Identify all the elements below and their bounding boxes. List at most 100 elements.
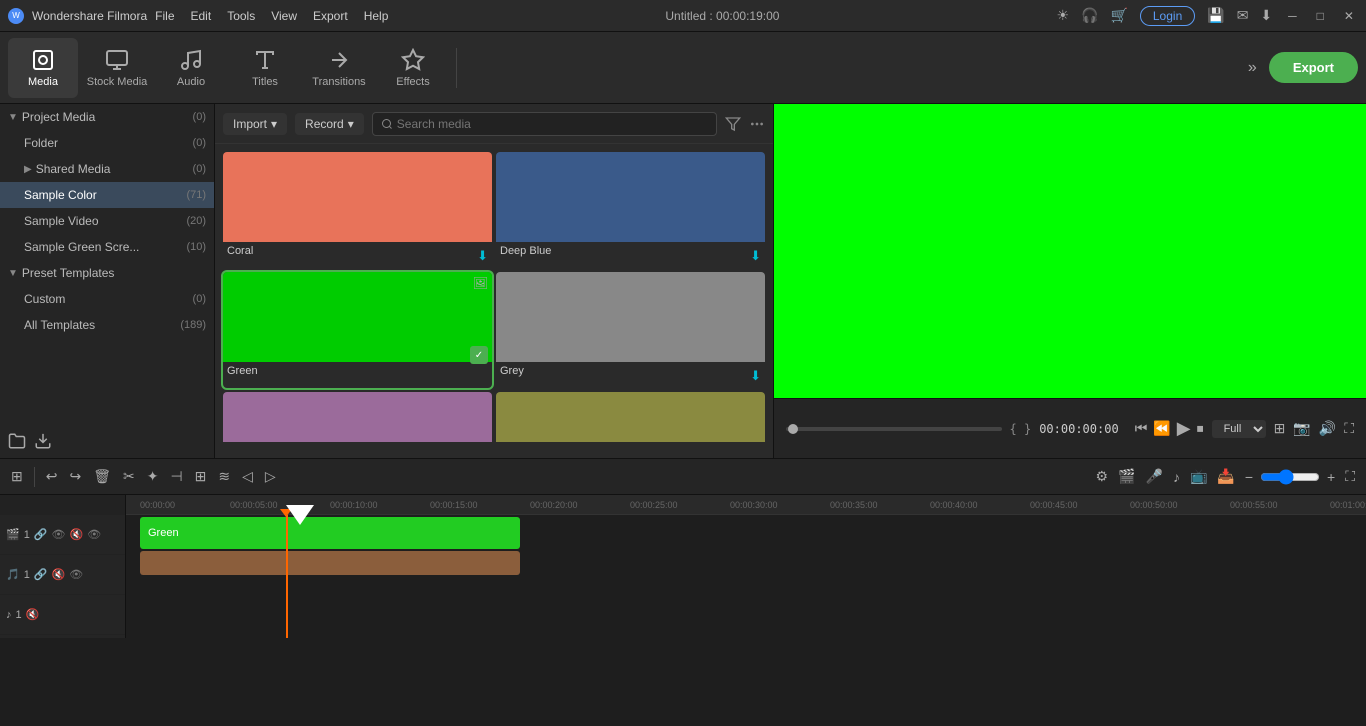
coral-label: Coral xyxy=(223,242,492,260)
tl-right-controls: ⚙ 🎬 🎤 ♪ 📺 📥 − + ⛶ xyxy=(1093,465,1359,488)
video-clip-green[interactable]: Green xyxy=(140,517,520,549)
prev-frame-button[interactable]: ⏮ xyxy=(1135,420,1148,437)
video-track-mute[interactable]: 👁 xyxy=(52,528,66,541)
maximize-button[interactable]: □ xyxy=(1313,9,1328,23)
tl-mic-button[interactable]: 🎤 xyxy=(1143,465,1166,488)
project-media-header[interactable]: ▼ Project Media (0) xyxy=(0,104,214,130)
tl-zoom-in-button[interactable]: + xyxy=(1324,466,1338,488)
record-button[interactable]: Record ▾ xyxy=(295,113,364,135)
import-label: Import xyxy=(233,117,267,131)
grey-download-icon: ⬇ xyxy=(750,368,761,384)
minimize-button[interactable]: ─ xyxy=(1284,9,1301,23)
tl-undo-button[interactable]: ↩ xyxy=(43,465,61,488)
media-item-purple[interactable] xyxy=(223,392,492,450)
expand-toolbar-button[interactable]: » xyxy=(1248,59,1257,77)
sample-green-item[interactable]: Sample Green Scre... (10) xyxy=(0,234,214,260)
custom-item[interactable]: Custom (0) xyxy=(0,286,214,312)
tl-split-button[interactable]: ⊣ xyxy=(167,465,185,488)
zoom-select[interactable]: Full xyxy=(1212,420,1266,438)
tl-cut-button[interactable]: ✂ xyxy=(120,465,138,488)
mail-icon[interactable]: ✉ xyxy=(1237,7,1249,24)
volume-button[interactable]: 🔊 xyxy=(1319,420,1336,437)
menu-view[interactable]: View xyxy=(271,9,297,23)
media-item-coral[interactable]: ⬇ Coral xyxy=(223,152,492,268)
preset-templates-header[interactable]: ▼ Preset Templates xyxy=(0,260,214,286)
fullscreen-button[interactable]: ⛶ xyxy=(1344,420,1354,437)
step-back-button[interactable]: ⏪ xyxy=(1153,420,1170,437)
tl-delete-button[interactable]: 🗑 xyxy=(90,465,114,488)
snapshot-button[interactable]: 📷 xyxy=(1293,420,1310,437)
tl-next-clip[interactable]: ▷ xyxy=(262,465,279,488)
toolbar-transitions[interactable]: Transitions xyxy=(304,38,374,98)
tl-adjust-button[interactable]: ⊞ xyxy=(192,465,210,488)
play-button[interactable]: ▶ xyxy=(1177,418,1191,439)
shopping-icon[interactable]: 🛒 xyxy=(1110,7,1127,24)
stop-button[interactable]: ⏹ xyxy=(1197,420,1204,437)
audio-track-eye[interactable]: 👁 xyxy=(69,568,83,581)
menu-help[interactable]: Help xyxy=(364,9,389,23)
toolbar-effects[interactable]: Effects xyxy=(378,38,448,98)
menu-edit[interactable]: Edit xyxy=(191,9,212,23)
headset-icon[interactable]: 🎧 xyxy=(1081,7,1098,24)
ruler-55: 00:00:55:00 xyxy=(1230,500,1278,510)
menu-export[interactable]: Export xyxy=(313,9,348,23)
login-button[interactable]: Login xyxy=(1140,6,1195,26)
menu-file[interactable]: File xyxy=(155,9,174,23)
tl-speed-button[interactable]: ≋ xyxy=(215,465,233,488)
tl-clips-button[interactable]: 🎬 xyxy=(1115,465,1138,488)
sample-color-item[interactable]: Sample Color (71) xyxy=(0,182,214,208)
close-button[interactable]: ✕ xyxy=(1340,9,1358,23)
playback-scrubber[interactable] xyxy=(786,427,1002,431)
music-track-number: 1 xyxy=(16,609,22,621)
audio-track-mute[interactable]: 🔇 xyxy=(52,568,66,581)
folder-item[interactable]: Folder (0) xyxy=(0,130,214,156)
tl-magnet-button[interactable]: ✦ xyxy=(144,465,162,488)
new-folder-icon[interactable] xyxy=(8,432,26,450)
media-item-deep-blue[interactable]: ⬇ Deep Blue xyxy=(496,152,765,268)
tl-redo-button[interactable]: ↪ xyxy=(66,465,84,488)
media-item-grey[interactable]: ⬇ Grey xyxy=(496,272,765,388)
shared-media-item[interactable]: ▶ Shared Media (0) xyxy=(0,156,214,182)
sun-icon[interactable]: ☀ xyxy=(1056,7,1069,24)
tl-settings-button[interactable]: ⚙ xyxy=(1093,465,1112,488)
toolbar-titles[interactable]: Titles xyxy=(230,38,300,98)
tl-music-button[interactable]: ♪ xyxy=(1170,466,1183,488)
fit-screen-button[interactable]: ⊞ xyxy=(1274,420,1286,437)
ruler-25: 00:00:25:00 xyxy=(630,500,678,510)
audio-track-link[interactable]: 🔗 xyxy=(34,568,48,581)
all-templates-count: (189) xyxy=(180,319,206,331)
ruler-35: 00:00:35:00 xyxy=(830,500,878,510)
save-icon[interactable]: 💾 xyxy=(1207,7,1224,24)
download-icon[interactable]: ⬇ xyxy=(1260,7,1272,24)
all-templates-item[interactable]: All Templates (189) xyxy=(0,312,214,338)
music-track-mute[interactable]: 🔇 xyxy=(26,608,40,621)
toolbar-stock-media[interactable]: Stock Media xyxy=(82,38,152,98)
search-input[interactable] xyxy=(397,117,708,131)
filter-icon[interactable] xyxy=(725,116,741,132)
toolbar-media[interactable]: Media xyxy=(8,38,78,98)
video-track-eye[interactable]: 👁 xyxy=(87,528,101,541)
import-button[interactable]: Import ▾ xyxy=(223,113,287,135)
audio-track-icon: 🎵 xyxy=(6,568,20,581)
grid-options-icon[interactable] xyxy=(749,116,765,132)
ruler-20: 00:00:20:00 xyxy=(530,500,578,510)
video-track-lock[interactable]: 🔇 xyxy=(70,528,84,541)
toolbar-media-label: Media xyxy=(28,76,58,88)
import-folder-icon[interactable] xyxy=(34,432,52,450)
tl-zoom-out-button[interactable]: − xyxy=(1242,466,1256,488)
tl-prev-clip[interactable]: ◁ xyxy=(239,465,256,488)
tl-import-clip-button[interactable]: 📥 xyxy=(1214,465,1237,488)
menu-tools[interactable]: Tools xyxy=(227,9,255,23)
sample-video-item[interactable]: Sample Video (20) xyxy=(0,208,214,234)
video-track-link[interactable]: 🔗 xyxy=(34,528,48,541)
toolbar-audio[interactable]: Audio xyxy=(156,38,226,98)
media-item-green[interactable]: 🖼 ✓ Green xyxy=(223,272,492,388)
audio-clip-green[interactable] xyxy=(140,551,520,575)
tl-grid-button[interactable]: ⊞ xyxy=(8,465,26,488)
tl-monitor-button[interactable]: 📺 xyxy=(1187,465,1210,488)
export-button[interactable]: Export xyxy=(1269,52,1358,83)
tl-zoom-slider[interactable] xyxy=(1260,469,1320,485)
playhead[interactable] xyxy=(286,515,288,638)
media-item-olive[interactable] xyxy=(496,392,765,450)
tl-fullscreen-button[interactable]: ⛶ xyxy=(1342,465,1358,488)
